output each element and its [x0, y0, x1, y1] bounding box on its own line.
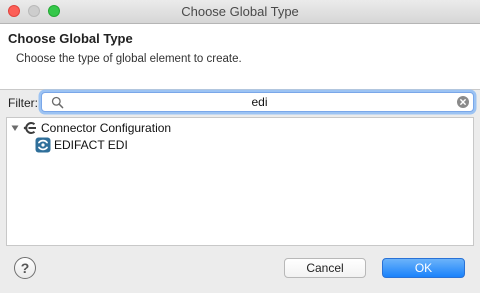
- dialog-window: Choose Global Type Choose Global Type Ch…: [0, 0, 480, 293]
- window-title: Choose Global Type: [181, 4, 299, 19]
- filter-label: Filter:: [8, 96, 38, 110]
- search-icon: [51, 96, 64, 109]
- help-button[interactable]: ?: [14, 257, 36, 279]
- page-description: Choose the type of global element to cre…: [16, 53, 242, 65]
- tree-item-edifact-edi[interactable]: EDIFACT EDI: [35, 137, 128, 153]
- filter-field[interactable]: [41, 92, 474, 112]
- tree-item-label: Connector Configuration: [41, 121, 172, 135]
- connector-icon: [23, 122, 36, 134]
- ok-button[interactable]: OK: [382, 258, 465, 278]
- clear-icon[interactable]: [457, 96, 469, 108]
- expand-triangle-icon[interactable]: [9, 122, 21, 134]
- title-bar[interactable]: Choose Global Type: [0, 0, 480, 24]
- filter-input[interactable]: [68, 94, 451, 110]
- tree-item-label: EDIFACT EDI: [54, 138, 128, 152]
- dialog-header: Choose Global Type Choose the type of gl…: [0, 24, 480, 90]
- page-title: Choose Global Type: [8, 31, 133, 46]
- global-type-tree[interactable]: Connector Configuration EDIFACT EDI: [6, 117, 474, 246]
- cancel-button[interactable]: Cancel: [284, 258, 366, 278]
- edifact-icon: [35, 137, 51, 153]
- tree-item-connector-configuration[interactable]: Connector Configuration: [9, 120, 171, 136]
